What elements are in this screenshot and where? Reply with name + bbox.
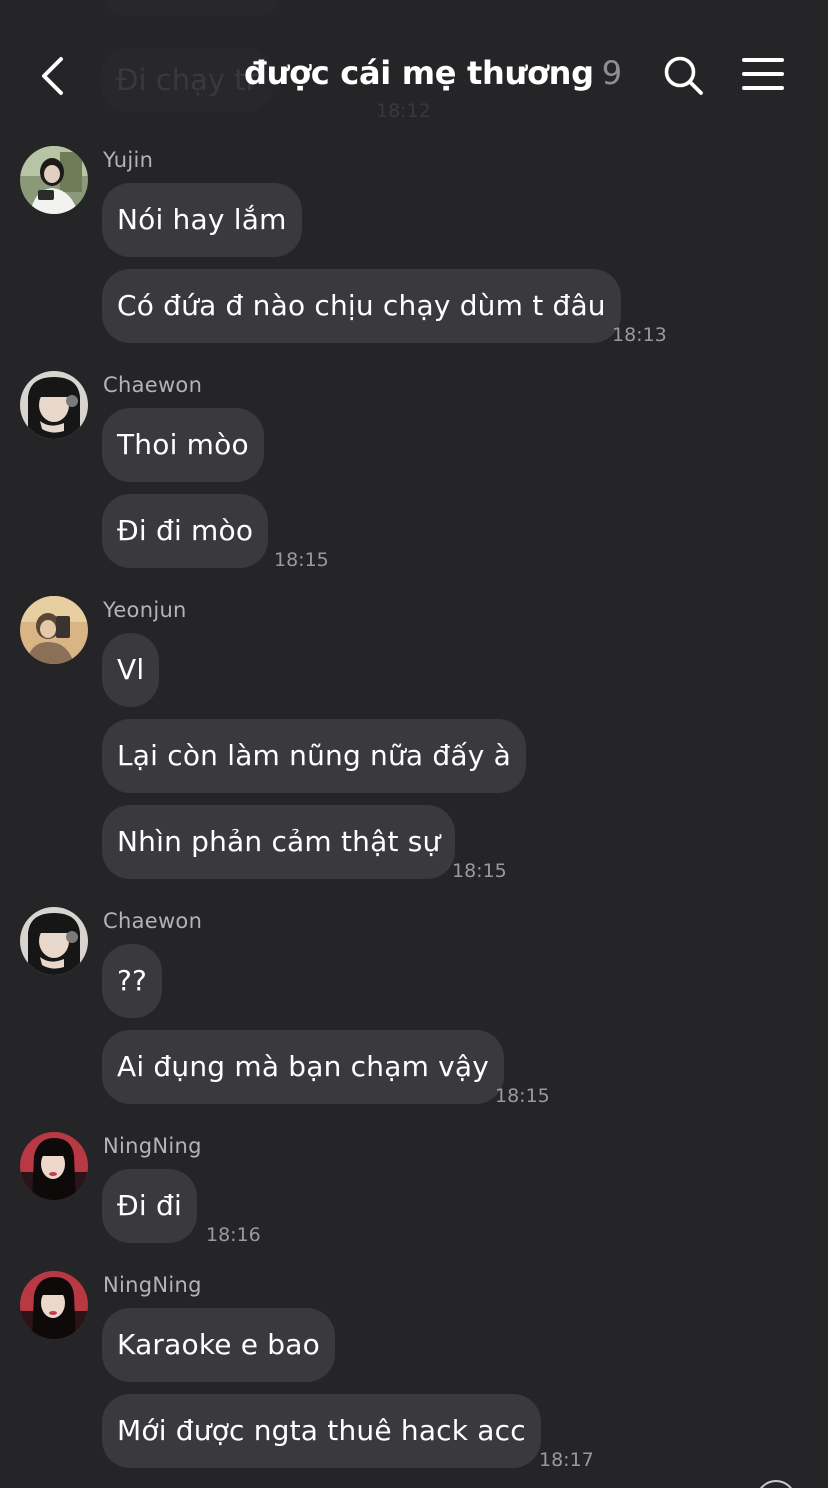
message-timestamp: 18:15: [274, 549, 329, 571]
chat-header: được cái mẹ thương 9: [0, 40, 828, 112]
chat-title-text: được cái mẹ thương: [244, 54, 594, 92]
sender-name: Chaewon: [103, 373, 203, 397]
message-bubble[interactable]: Đi đi: [102, 1169, 197, 1243]
avatar[interactable]: [20, 371, 88, 439]
scroll-down-indicator[interactable]: [756, 1480, 796, 1488]
avatar[interactable]: [20, 1271, 88, 1339]
message-timestamp: 18:16: [206, 1224, 261, 1246]
message-bubble[interactable]: Vl: [102, 633, 160, 707]
sender-name: Yeonjun: [103, 598, 187, 622]
sender-name: Chaewon: [103, 909, 203, 933]
message-bubble[interactable]: Thoi mòo: [102, 408, 264, 482]
sender-name: NingNing: [103, 1134, 202, 1158]
search-icon: [664, 56, 703, 95]
back-button[interactable]: [30, 52, 74, 100]
message-bubble[interactable]: ??: [102, 944, 163, 1018]
message-bubble[interactable]: Đi đi mòo: [102, 494, 269, 568]
message-bubble[interactable]: Ai đụng mà bạn chạm vậy: [102, 1030, 505, 1104]
message-timestamp: 18:17: [539, 1449, 594, 1471]
chat-title: được cái mẹ thương 9: [244, 54, 622, 92]
menu-button[interactable]: [742, 58, 786, 94]
menu-icon: [742, 58, 786, 90]
message-timestamp: 18:13: [612, 324, 667, 346]
avatar[interactable]: [20, 907, 88, 975]
message-bubble[interactable]: Nhìn phản cảm thật sự: [102, 805, 456, 879]
message-bubble[interactable]: Lại còn làm nũng nữa đấy à: [102, 719, 526, 793]
message-bubble[interactable]: Có đứa đ nào chịu chạy dùm t đâu: [102, 269, 621, 343]
message-timestamp: 18:15: [495, 1085, 550, 1107]
sender-name: NingNing: [103, 1273, 202, 1297]
member-count: 9: [601, 54, 622, 92]
chat-screen: Kệ đi kệ đi Đi chạy tr 18:12 được cái mẹ…: [0, 0, 828, 1488]
back-arrow-icon: [42, 57, 63, 95]
ghost-bubble-top: Kệ đi kệ đi: [100, 0, 285, 16]
message-bubble[interactable]: Karaoke e bao: [102, 1308, 335, 1382]
message-bubble[interactable]: Nói hay lắm: [102, 183, 302, 257]
avatar[interactable]: [20, 596, 88, 664]
avatar[interactable]: [20, 1132, 88, 1200]
message-timestamp: 18:15: [452, 860, 507, 882]
sender-name: Yujin: [103, 148, 154, 172]
avatar[interactable]: [20, 146, 88, 214]
search-button[interactable]: [662, 54, 706, 98]
message-bubble[interactable]: Mới được ngta thuê hack acc: [102, 1394, 541, 1468]
